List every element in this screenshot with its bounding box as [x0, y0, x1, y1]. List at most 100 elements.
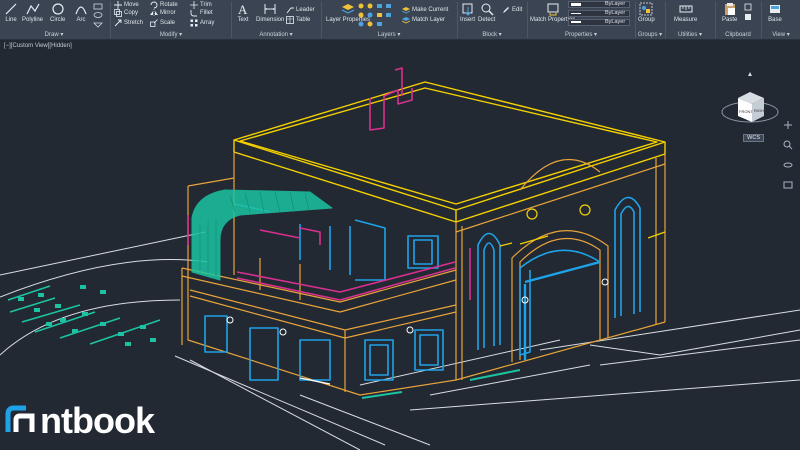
- line-icon: [5, 3, 17, 15]
- dimension-tool[interactable]: Dimension: [256, 2, 284, 23]
- showmotion-icon[interactable]: [783, 180, 793, 190]
- draw-panel: Line Polyline Circle Arc Draw ▾: [0, 0, 108, 40]
- table-tool[interactable]: Table: [286, 16, 310, 24]
- logo-mark-icon: [5, 405, 35, 432]
- modify-panel: Move Copy Stretch Rotate Mirror Scale Tr…: [112, 0, 230, 40]
- utilities-panel-title[interactable]: Utilities ▾: [666, 31, 714, 38]
- text-icon: A: [238, 2, 248, 16]
- stretch-tool[interactable]: Stretch: [114, 19, 143, 27]
- navigation-bar: [782, 120, 794, 190]
- circle-tool[interactable]: Circle: [50, 2, 65, 23]
- move-tool[interactable]: Move: [114, 1, 139, 9]
- block-panel-title[interactable]: Block ▾: [458, 31, 526, 38]
- color-swatch: [571, 3, 581, 6]
- linetype-swatch: [571, 13, 581, 14]
- rotate-icon: [150, 1, 158, 9]
- make-current-icon: [402, 7, 410, 14]
- properties-panel-title[interactable]: Properties ▾: [528, 31, 634, 38]
- groups-panel-title[interactable]: Groups ▾: [636, 31, 664, 38]
- linetype-dropdown[interactable]: ByLayer: [568, 10, 630, 17]
- ntbook-logo: ntbook: [4, 400, 155, 442]
- measure-icon: [679, 5, 693, 13]
- lineweight-dropdown[interactable]: ByLayer: [568, 19, 630, 26]
- paste-icon: [724, 3, 735, 15]
- base-view-icon: [770, 5, 780, 13]
- make-current-tool[interactable]: Make Current: [402, 6, 448, 14]
- insert-icon: [462, 3, 472, 16]
- properties-panel: Match Properties ByLayer ByLayer ByLayer…: [528, 0, 634, 40]
- detect-icon: [481, 3, 494, 16]
- draw-panel-title[interactable]: Draw ▾: [0, 31, 108, 38]
- match-properties-icon: [547, 3, 559, 16]
- home-icon: [748, 72, 752, 76]
- building-drawing: [0, 67, 800, 450]
- measure-tool[interactable]: Measure: [674, 2, 697, 23]
- color-dropdown[interactable]: ByLayer: [568, 1, 630, 8]
- edit-icon: [503, 7, 509, 13]
- layers-panel-title[interactable]: Layers ▾: [322, 31, 456, 38]
- text-tool[interactable]: A Text: [236, 2, 250, 23]
- layers-panel: Layer Properties Make Current Match Laye…: [322, 0, 456, 40]
- circle-icon: [52, 3, 64, 15]
- layer-state-icons[interactable]: [356, 2, 406, 28]
- polyline-icon: [25, 3, 40, 15]
- viewcube-right-label[interactable]: RIGHT: [754, 108, 767, 113]
- insert-tool[interactable]: Insert: [460, 2, 475, 23]
- clipboard-extra-icons[interactable]: [744, 3, 754, 23]
- view-panel: Base View ▾: [762, 0, 800, 40]
- clipboard-panel: Paste Clipboard: [716, 0, 760, 40]
- zoom-icon[interactable]: [783, 140, 793, 150]
- arc-icon: [75, 6, 87, 15]
- logo-wordmark: ntbook: [40, 400, 155, 441]
- copy-icon: [114, 9, 122, 17]
- group-tool[interactable]: Group: [638, 2, 655, 23]
- modify-panel-title[interactable]: Modify ▾: [112, 31, 230, 38]
- view-panel-title[interactable]: View ▾: [762, 31, 800, 38]
- utilities-panel: Measure Utilities ▾: [666, 0, 714, 40]
- arc-tool[interactable]: Arc: [74, 2, 88, 23]
- wcs-menu[interactable]: WCS: [743, 134, 764, 142]
- table-icon: [286, 16, 294, 24]
- array-tool[interactable]: Array: [190, 19, 214, 27]
- draw-extra-icons[interactable]: [92, 3, 106, 29]
- ribbon-divider: [110, 2, 111, 38]
- line-tool[interactable]: Line: [4, 2, 18, 23]
- base-tool[interactable]: Base: [768, 2, 782, 23]
- trim-icon: [190, 1, 198, 9]
- fillet-tool[interactable]: Fillet: [190, 9, 213, 17]
- wall-lamps: [226, 278, 609, 385]
- polyline-tool[interactable]: Polyline: [22, 2, 43, 23]
- block-panel: Insert Detect Edit Block ▾: [458, 0, 526, 40]
- trim-tool[interactable]: Trim: [190, 1, 212, 9]
- paste-tool[interactable]: Paste: [722, 2, 737, 23]
- copy-tool[interactable]: Copy: [114, 9, 138, 17]
- pan-icon[interactable]: [783, 120, 793, 130]
- dimension-icon: [264, 4, 276, 14]
- match-layer-tool[interactable]: Match Layer: [402, 16, 445, 24]
- stretch-icon: [114, 19, 122, 27]
- group-icon: [639, 2, 653, 16]
- array-icon: [190, 19, 198, 27]
- rotate-tool[interactable]: Rotate: [150, 1, 178, 9]
- annotation-panel-title[interactable]: Annotation ▾: [232, 31, 320, 38]
- match-layer-icon: [402, 17, 410, 24]
- drawing-viewport[interactable]: [−][Custom View][Hidden] FRONT RIGHT WCS…: [0, 40, 800, 450]
- move-icon: [114, 1, 122, 9]
- annotation-panel: A Text Dimension Leader Table Annotation…: [232, 0, 320, 40]
- canopy-awning: [191, 189, 333, 281]
- clipboard-panel-title[interactable]: Clipboard: [716, 32, 760, 38]
- mirror-tool[interactable]: Mirror: [150, 9, 176, 17]
- scale-icon: [150, 19, 158, 27]
- groups-panel: Group Groups ▾: [636, 0, 664, 40]
- viewcube-front-label[interactable]: FRONT: [739, 109, 753, 114]
- lineweight-swatch: [571, 21, 581, 23]
- mirror-icon: [150, 9, 158, 17]
- detect-tool[interactable]: Detect: [478, 2, 495, 23]
- leader-icon: [286, 7, 294, 14]
- building-walls: [181, 152, 666, 396]
- leader-tool[interactable]: Leader: [286, 6, 315, 14]
- edit-tool[interactable]: Edit: [502, 6, 522, 14]
- orbit-icon[interactable]: [783, 160, 793, 170]
- scale-tool[interactable]: Scale: [150, 19, 175, 27]
- layer-properties-icon: [341, 4, 355, 14]
